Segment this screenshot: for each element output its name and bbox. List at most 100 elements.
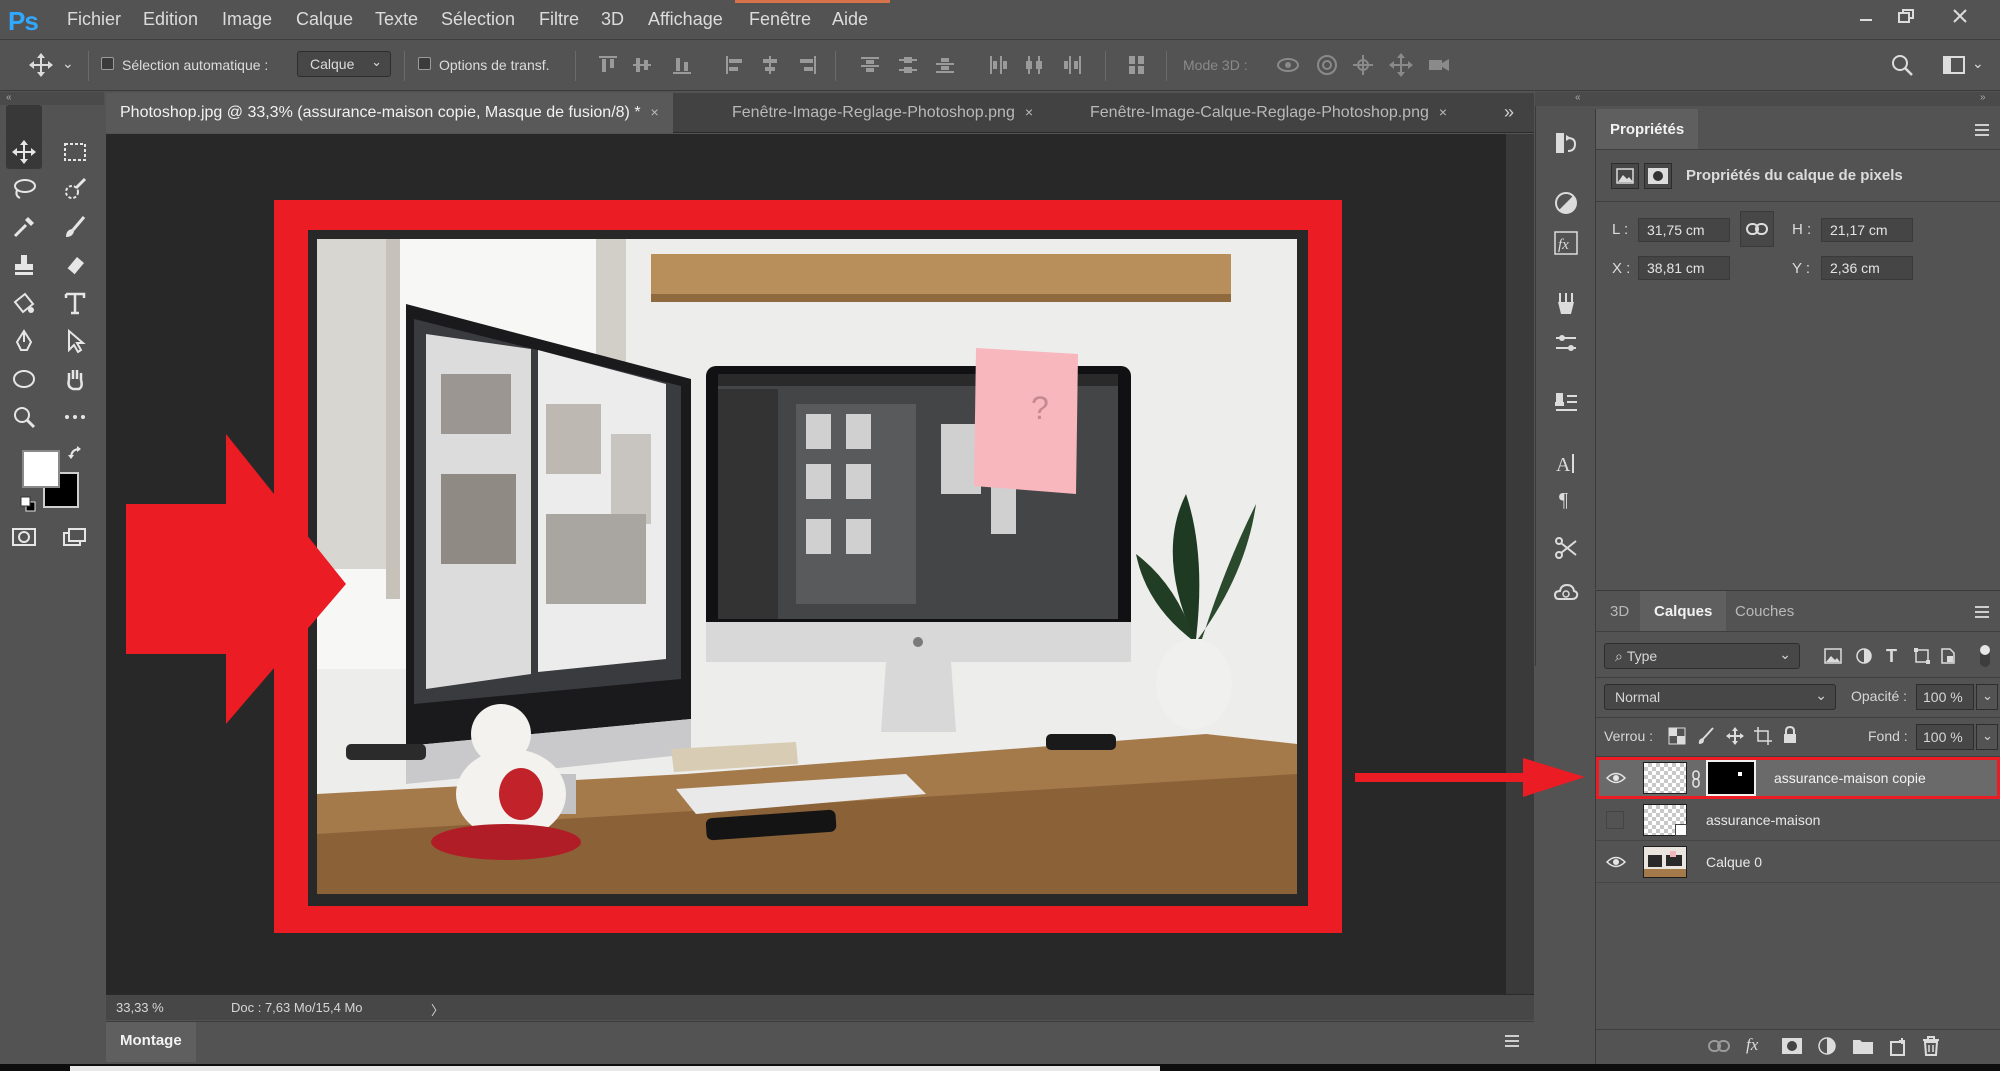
layer-name[interactable]: assurance-maison [1706, 812, 1820, 828]
props-collapse[interactable]: » [1595, 92, 2000, 106]
menu-aide[interactable]: Aide [832, 9, 868, 30]
orbit-3d-icon[interactable] [1275, 52, 1301, 78]
new-layer-icon[interactable] [1888, 1037, 1908, 1057]
toolbar-collapse[interactable]: « [0, 92, 104, 106]
lock-pixels-icon[interactable] [1697, 727, 1715, 745]
zoom-level[interactable]: 33,33 % [116, 1000, 164, 1015]
menu-texte[interactable]: Texte [375, 9, 418, 30]
layer-name[interactable]: assurance-maison copie [1774, 770, 1926, 786]
brush-icon[interactable] [57, 210, 93, 244]
restore-button[interactable] [1886, 2, 1926, 30]
lock-position-icon[interactable] [1726, 727, 1744, 745]
opacity-field[interactable]: 100 % [1916, 684, 1974, 710]
roll-3d-icon[interactable] [1314, 52, 1340, 78]
tab-photoshop-jpg[interactable]: Photoshop.jpg @ 33,3% (assurance-maison … [106, 93, 673, 133]
menu-image[interactable]: Image [222, 9, 272, 30]
quick-mask-icon[interactable] [6, 520, 42, 554]
filter-smart-object-icon[interactable] [1938, 647, 1958, 665]
fill-field[interactable]: 100 % [1916, 724, 1974, 750]
workspace-icon[interactable] [1941, 52, 1967, 78]
align-left-icon[interactable] [722, 52, 748, 78]
chevron-down-icon[interactable]: ⌄ [62, 55, 74, 72]
tool-presets-icon[interactable] [1548, 531, 1584, 565]
layer-row[interactable]: assurance-maison copie [1596, 757, 2000, 799]
blend-mode-dropdown[interactable]: Normal ⌄ [1604, 684, 1836, 710]
lock-transparent-icon[interactable] [1668, 727, 1686, 745]
menu-affichage[interactable]: Affichage [648, 9, 723, 30]
close-icon[interactable]: × [1439, 104, 1447, 120]
search-icon[interactable] [1889, 52, 1915, 78]
menu-filtre[interactable]: Filtre [539, 9, 579, 30]
tab-couches[interactable]: Couches [1721, 591, 1808, 631]
brushes-icon[interactable] [1548, 286, 1584, 320]
screen-mode-icon[interactable] [57, 520, 93, 554]
character-icon[interactable]: A [1548, 446, 1584, 480]
panel-menu-icon[interactable] [1974, 605, 1990, 619]
brush-settings-icon[interactable] [1548, 326, 1584, 360]
text-icon[interactable] [57, 286, 93, 320]
canvas-area[interactable]: ? [106, 134, 1506, 994]
filter-adjustment-icon[interactable] [1854, 647, 1874, 665]
align-vcenter-icon[interactable] [629, 52, 655, 78]
distribute-hcenter-icon[interactable] [1021, 52, 1047, 78]
menu-calque[interactable]: Calque [296, 9, 353, 30]
layer-filter-dropdown[interactable]: ⌕ Type ⌄ [1604, 643, 1800, 669]
gradient-icon[interactable] [6, 286, 42, 320]
distribute-left-icon[interactable] [985, 52, 1011, 78]
close-window-button[interactable] [1940, 2, 1980, 30]
ellipse-icon[interactable] [6, 362, 42, 396]
libraries-icon[interactable] [1548, 576, 1584, 610]
clone-source-icon[interactable] [1548, 386, 1584, 420]
align-right-icon[interactable] [794, 52, 820, 78]
move-icon[interactable] [6, 135, 42, 169]
panel-menu-icon[interactable] [1974, 123, 1990, 137]
history-icon[interactable] [1548, 126, 1584, 160]
adjustments-icon[interactable] [1548, 186, 1584, 220]
close-icon[interactable]: × [651, 104, 659, 120]
tab-calques[interactable]: Calques [1640, 591, 1727, 631]
swap-colors-icon[interactable] [68, 446, 84, 462]
tab-montage[interactable]: Montage [106, 1022, 196, 1062]
transform-controls-checkbox[interactable] [418, 57, 431, 70]
tab-fenetre-image-calque-reglage[interactable]: Fenêtre-Image-Calque-Reglage-Photoshop.p… [1076, 93, 1488, 133]
pen-icon[interactable] [6, 324, 42, 358]
default-colors-icon[interactable] [20, 496, 36, 512]
layer-row[interactable]: Calque 0 [1596, 841, 2000, 883]
strip-collapse[interactable]: « [1535, 92, 1595, 106]
filter-shape-icon[interactable] [1912, 647, 1932, 665]
fx-icon[interactable]: fx [1746, 1035, 1758, 1055]
menu-fenetre[interactable]: Fenêtre [749, 9, 811, 30]
tabs-overflow-icon[interactable]: » [1504, 102, 1514, 123]
menu-fichier[interactable]: Fichier [67, 9, 121, 30]
quick-select-icon[interactable] [57, 172, 93, 206]
y-field[interactable]: 2,36 cm [1821, 256, 1913, 280]
auto-align-icon[interactable] [1124, 52, 1150, 78]
slide-3d-icon[interactable] [1388, 52, 1414, 78]
auto-select-checkbox[interactable] [101, 57, 114, 70]
chevron-down-icon[interactable]: ⌄ [1976, 684, 1998, 710]
path-select-icon[interactable] [57, 324, 93, 358]
new-adjustment-icon[interactable] [1818, 1037, 1836, 1055]
menu-selection[interactable]: Sélection [441, 9, 515, 30]
auto-select-dropdown[interactable]: Calque ⌄ [297, 51, 391, 77]
panel-menu-icon[interactable] [1504, 1034, 1520, 1048]
eyedropper-icon[interactable] [6, 210, 42, 244]
lock-all-icon[interactable] [1782, 726, 1798, 744]
height-field[interactable]: 21,17 cm [1821, 218, 1913, 242]
camera-3d-icon[interactable] [1426, 52, 1452, 78]
delete-layer-icon[interactable] [1922, 1036, 1940, 1056]
filter-toggle[interactable] [1980, 645, 1990, 667]
marquee-icon[interactable] [57, 135, 93, 169]
styles-icon[interactable]: fx [1548, 226, 1584, 260]
link-icon[interactable] [1740, 211, 1774, 247]
tab-proprietes[interactable]: Propriétés [1596, 109, 1699, 149]
layer-mask-thumbnail[interactable] [1706, 760, 1756, 796]
distribute-bottom-icon[interactable] [932, 52, 958, 78]
new-group-icon[interactable] [1852, 1037, 1874, 1055]
width-field[interactable]: 31,75 cm [1638, 218, 1730, 242]
eye-icon[interactable] [1604, 766, 1628, 790]
mask-icon[interactable] [1644, 163, 1672, 189]
distribute-top-icon[interactable] [857, 52, 883, 78]
paragraph-icon[interactable]: ¶ [1548, 481, 1584, 515]
filter-pixel-icon[interactable] [1823, 647, 1843, 665]
